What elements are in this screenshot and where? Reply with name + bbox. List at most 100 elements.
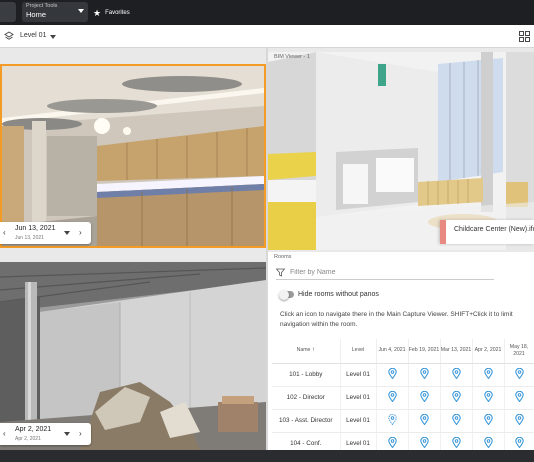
room-level-cell: Level 01 xyxy=(340,363,377,387)
column-header-label: May 18, 2021 xyxy=(509,343,529,357)
map-pin-icon[interactable] xyxy=(387,437,397,448)
column-header-date[interactable]: Feb 19, 2021 xyxy=(408,339,441,364)
room-name-cell: 103 - Asst. Director xyxy=(272,409,341,433)
table-row: 103 - Asst. Director Level 01 xyxy=(272,409,534,433)
capture-date-picker-bottom[interactable]: ‹ Apr 2, 2021 Apr 2, 2021 › xyxy=(0,423,91,445)
room-name-cell: 101 - Lobby xyxy=(272,363,341,387)
capture-date: Jun 13, 2021 xyxy=(15,225,56,232)
pano-cell xyxy=(504,386,534,410)
column-header-date[interactable]: May 18, 2021 xyxy=(504,339,534,364)
pano-cell xyxy=(504,432,534,450)
room-level-cell: Level 01 xyxy=(340,432,377,450)
map-pin-icon[interactable] xyxy=(419,368,429,379)
map-pin-icon[interactable] xyxy=(514,391,524,402)
chevron-down-icon[interactable] xyxy=(50,35,56,39)
pano-cell xyxy=(408,432,441,450)
top-app-bar: Project Tools Home ★ Favorites xyxy=(0,0,534,25)
column-header-date[interactable]: Jun 4, 2021 xyxy=(376,339,409,364)
map-pin-icon[interactable] xyxy=(451,391,461,402)
table-row: 102 - Director Level 01 xyxy=(272,386,534,410)
chevron-down-icon[interactable] xyxy=(64,231,70,235)
pano-cell xyxy=(472,386,505,410)
map-pin-icon[interactable] xyxy=(483,414,493,425)
map-pin-icon[interactable] xyxy=(514,437,524,448)
rooms-help-text: Click an icon to navigate there in the M… xyxy=(280,311,513,328)
bim-viewer-title: BIM Viewer - 1 xyxy=(274,54,310,60)
pano-cell xyxy=(376,432,409,450)
map-pin-icon[interactable] xyxy=(419,391,429,402)
map-pin-icon[interactable] xyxy=(483,391,493,402)
hide-rooms-label: Hide rooms without panos xyxy=(298,291,379,298)
capture-sub-date: Jun 13, 2021 xyxy=(15,235,44,241)
chevron-left-icon[interactable]: ‹ xyxy=(3,429,6,439)
capture-photo-construction[interactable] xyxy=(0,262,266,450)
filter-icon xyxy=(276,268,285,277)
rooms-title: Rooms xyxy=(274,254,292,260)
pano-cell xyxy=(376,363,409,387)
pano-cell xyxy=(440,386,473,410)
map-pin-icon[interactable] xyxy=(483,368,493,379)
map-pin-icon[interactable] xyxy=(514,368,524,379)
toggle-knob xyxy=(279,289,289,300)
column-header-label: Mar 13, 2021 xyxy=(440,347,472,354)
chevron-right-icon[interactable]: › xyxy=(79,429,82,439)
bim-viewer[interactable]: BIM Viewer - 1 Childcare Center (New).if… xyxy=(268,52,534,250)
hide-rooms-toggle[interactable] xyxy=(279,289,294,300)
bim-object-tooltip: Childcare Center (New).ifc xyxy=(440,220,534,244)
chevron-left-icon[interactable]: ‹ xyxy=(3,228,6,238)
column-header-label: Name xyxy=(296,347,311,354)
map-pin-icon[interactable] xyxy=(387,368,397,379)
pano-cell xyxy=(408,363,441,387)
grid-view-icon[interactable] xyxy=(519,31,530,42)
filter-by-name-input[interactable] xyxy=(290,267,490,278)
room-level-cell: Level 01 xyxy=(340,386,377,410)
bottom-status-strip xyxy=(0,450,534,462)
favorites-label: Favorites xyxy=(105,10,130,16)
map-pin-icon[interactable] xyxy=(451,414,461,425)
pano-cell xyxy=(504,363,534,387)
favorites-link[interactable]: ★ Favorites xyxy=(93,7,130,19)
column-header-date[interactable]: Apr 2, 2021 xyxy=(472,339,505,364)
map-pin-icon[interactable] xyxy=(451,368,461,379)
column-header-name[interactable]: Name ↑ xyxy=(272,339,341,364)
room-name-cell: 102 - Director xyxy=(272,386,341,410)
map-pin-icon[interactable] xyxy=(419,414,429,425)
column-header-label: Feb 19, 2021 xyxy=(408,347,440,354)
pano-cell xyxy=(376,386,409,410)
capture-date-picker-top[interactable]: ‹ Jun 13, 2021 Jun 13, 2021 › xyxy=(0,222,91,244)
column-header-label: Jun 4, 2021 xyxy=(378,347,406,354)
pano-cell xyxy=(440,363,473,387)
comparison-capture-viewer[interactable] xyxy=(0,262,266,450)
column-header-date[interactable]: Mar 13, 2021 xyxy=(440,339,473,364)
pano-cell xyxy=(472,409,505,433)
pano-cell xyxy=(472,432,505,450)
rooms-table: Name ↑ Level Jun 4, 2021 Feb 19, 2021 Ma… xyxy=(272,339,534,450)
pano-cell xyxy=(440,409,473,433)
layers-icon xyxy=(4,31,14,40)
map-pin-outline-icon[interactable] xyxy=(387,414,397,425)
project-tools-select[interactable]: Project Tools Home xyxy=(22,2,88,22)
pano-cell xyxy=(408,386,441,410)
level-toolbar: Level 01 xyxy=(0,25,534,48)
chevron-right-icon[interactable]: › xyxy=(79,228,82,238)
map-pin-icon[interactable] xyxy=(514,414,524,425)
map-pin-icon[interactable] xyxy=(419,437,429,448)
chevron-down-icon[interactable] xyxy=(64,432,70,436)
sort-up-icon: ↑ xyxy=(311,347,315,354)
map-pin-icon[interactable] xyxy=(387,391,397,402)
pano-cell xyxy=(472,363,505,387)
capture-photo-interior[interactable] xyxy=(2,66,264,246)
map-pin-icon[interactable] xyxy=(483,437,493,448)
map-pin-icon[interactable] xyxy=(451,437,461,448)
column-header-level[interactable]: Level xyxy=(340,339,377,364)
room-level-cell: Level 01 xyxy=(340,409,377,433)
level-select[interactable]: Level 01 xyxy=(20,32,46,39)
capture-date: Apr 2, 2021 xyxy=(15,426,52,433)
table-row: 104 - Conf. Level 01 xyxy=(272,432,534,450)
main-capture-viewer[interactable] xyxy=(0,64,266,248)
pano-cell xyxy=(504,409,534,433)
room-filter xyxy=(276,266,494,280)
rooms-panel: Rooms Hide rooms without panos Click an … xyxy=(268,252,534,450)
pano-cell xyxy=(440,432,473,450)
menu-stub[interactable] xyxy=(0,2,16,22)
